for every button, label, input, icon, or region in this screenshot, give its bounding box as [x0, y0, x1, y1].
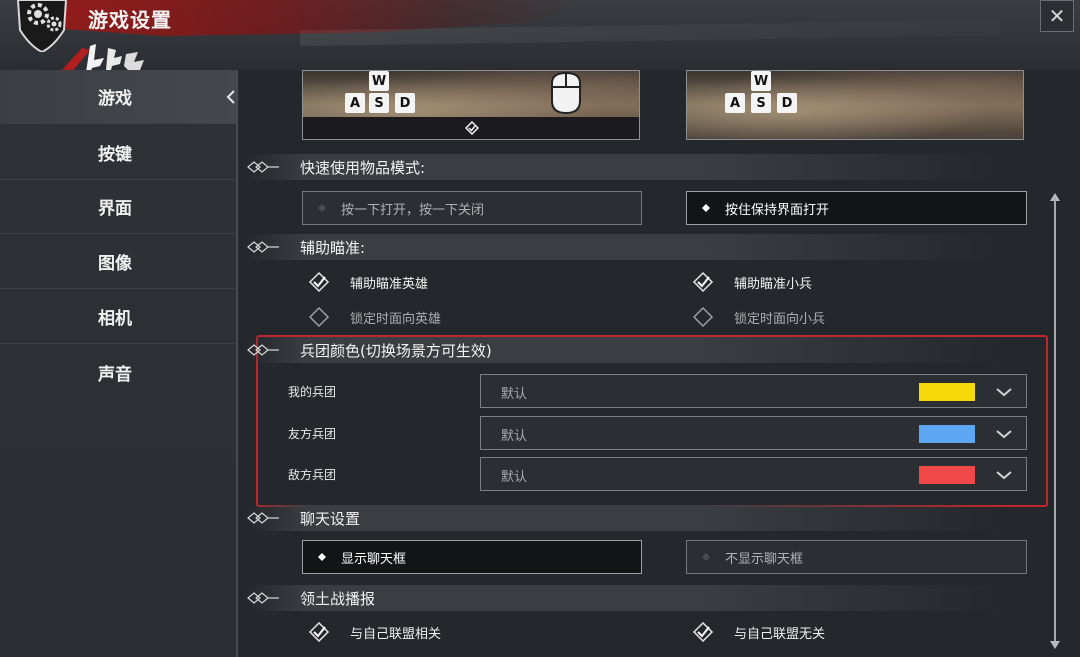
settings-content: W A S D W A S D 快速使用物品模式: 按一下打开，按一下关闭 按住… — [240, 70, 1080, 657]
sidebar-item-sound[interactable]: 声音 — [0, 345, 238, 399]
section-diamond-icon — [247, 512, 279, 524]
radio-diamond-icon — [318, 553, 326, 561]
chevron-down-icon — [996, 388, 1012, 397]
color-swatch-red — [919, 466, 975, 484]
checkbox-lock-face-minion[interactable]: 锁定时面向小兵 — [692, 306, 825, 328]
option-label: 不显示聊天框 — [725, 551, 804, 567]
checkbox-lock-face-hero[interactable]: 锁定时面向英雄 — [308, 306, 441, 328]
control-preview-mouse-selected[interactable]: W A S D — [302, 70, 640, 140]
section-title: 辅助瞄准: — [300, 238, 366, 257]
checkbox-unchecked-icon — [308, 306, 330, 328]
key-a: A — [345, 93, 365, 113]
key-w: W — [751, 71, 771, 91]
section-title: 聊天设置 — [300, 509, 361, 528]
checkbox-label: 与自己联盟相关 — [350, 626, 442, 642]
chevron-down-icon — [996, 430, 1012, 439]
option-label: 按住保持界面打开 — [725, 202, 830, 218]
chevron-down-icon — [996, 471, 1012, 480]
radio-diamond-icon — [702, 553, 710, 561]
chat-option-show[interactable]: 显示聊天框 — [302, 540, 642, 574]
key-s: S — [751, 93, 771, 113]
section-header-chat: 聊天设置 — [246, 505, 1006, 531]
select-value: 默认 — [501, 470, 528, 485]
section-diamond-icon — [247, 592, 279, 604]
sidebar-item-interface[interactable]: 界面 — [0, 180, 238, 234]
option-label: 显示聊天框 — [341, 551, 407, 567]
color-swatch-yellow — [919, 383, 975, 401]
scrollbar[interactable] — [1054, 198, 1056, 642]
checkbox-label: 锁定时面向英雄 — [350, 311, 442, 327]
control-preview-keyboard[interactable]: W A S D — [686, 70, 1024, 140]
sidebar-item-label: 界面 — [98, 199, 132, 219]
section-header-territory: 领土战播报 — [246, 585, 1006, 611]
checkbox-aim-minion[interactable]: 辅助瞄准小兵 — [692, 271, 812, 293]
checkbox-territory-unrelated[interactable]: 与自己联盟无关 — [692, 621, 825, 643]
selected-check-icon — [465, 121, 479, 135]
enemy-army-color-select[interactable]: 默认 — [480, 457, 1027, 491]
select-value: 默认 — [501, 387, 528, 402]
close-button[interactable]: ✕ — [1040, 0, 1074, 32]
sidebar-item-label: 游戏 — [98, 89, 132, 109]
checkbox-label: 辅助瞄准小兵 — [734, 276, 813, 292]
section-title: 兵团颜色(切换场景方可生效) — [300, 341, 492, 360]
key-s: S — [369, 93, 389, 113]
settings-sidebar: 游戏 按键 界面 图像 相机 声音 — [0, 70, 238, 657]
chat-option-hide[interactable]: 不显示聊天框 — [686, 540, 1027, 574]
checkbox-aim-hero[interactable]: 辅助瞄准英雄 — [308, 271, 428, 293]
radio-diamond-icon — [318, 204, 326, 212]
sidebar-item-label: 声音 — [98, 364, 132, 385]
section-title: 快速使用物品模式: — [300, 158, 426, 177]
sidebar-item-keys[interactable]: 按键 — [0, 126, 238, 180]
row-label-enemy-army: 敌方兵团 — [288, 468, 337, 482]
row-label-ally-army: 友方兵团 — [288, 427, 337, 441]
title-bar: 游戏设置 ✕ — [0, 0, 1080, 78]
section-diamond-icon — [247, 241, 279, 253]
sidebar-item-game[interactable]: 游戏 — [0, 70, 238, 124]
select-value: 默认 — [501, 429, 528, 444]
my-army-color-select[interactable]: 默认 — [480, 374, 1027, 408]
option-label: 按一下打开，按一下关闭 — [341, 202, 485, 218]
radio-diamond-icon — [702, 204, 710, 212]
section-header-army-colors: 兵团颜色(切换场景方可生效) — [246, 337, 1006, 363]
chevron-left-icon — [226, 90, 235, 104]
key-d: D — [395, 93, 415, 113]
ally-army-color-select[interactable]: 默认 — [480, 416, 1027, 450]
section-diamond-icon — [247, 161, 279, 173]
sidebar-item-label: 图像 — [98, 254, 132, 274]
checkbox-checked-icon — [692, 621, 714, 643]
key-w: W — [369, 71, 389, 91]
sidebar-item-label: 相机 — [98, 309, 132, 329]
sidebar-item-graphics[interactable]: 图像 — [0, 235, 238, 289]
color-swatch-blue — [919, 425, 975, 443]
sidebar-item-camera[interactable]: 相机 — [0, 290, 238, 344]
checkbox-label: 锁定时面向小兵 — [734, 311, 826, 327]
checkbox-unchecked-icon — [692, 306, 714, 328]
checkbox-territory-related[interactable]: 与自己联盟相关 — [308, 621, 441, 643]
quick-use-option-hold[interactable]: 按住保持界面打开 — [686, 191, 1027, 225]
quick-use-option-toggle[interactable]: 按一下打开，按一下关闭 — [302, 191, 642, 225]
mouse-icon — [551, 71, 581, 115]
section-title: 领土战播报 — [300, 589, 376, 608]
sidebar-divider — [236, 70, 238, 657]
checkbox-label: 辅助瞄准英雄 — [350, 276, 429, 292]
section-diamond-icon — [247, 344, 279, 356]
checkbox-checked-icon — [308, 621, 330, 643]
scroll-down-arrow-icon[interactable] — [1049, 640, 1061, 650]
checkbox-checked-icon — [308, 271, 330, 293]
key-d: D — [777, 93, 797, 113]
checkbox-label: 与自己联盟无关 — [734, 626, 826, 642]
sidebar-item-label: 按键 — [98, 145, 132, 165]
row-label-my-army: 我的兵团 — [288, 385, 337, 399]
close-icon: ✕ — [1048, 4, 1066, 28]
section-header-quick-use: 快速使用物品模式: — [246, 154, 1006, 180]
section-header-aim-assist: 辅助瞄准: — [246, 234, 1006, 260]
key-a: A — [725, 93, 745, 113]
preview-selection-bar — [303, 117, 639, 139]
window-title: 游戏设置 — [88, 8, 172, 32]
checkbox-checked-icon — [692, 271, 714, 293]
